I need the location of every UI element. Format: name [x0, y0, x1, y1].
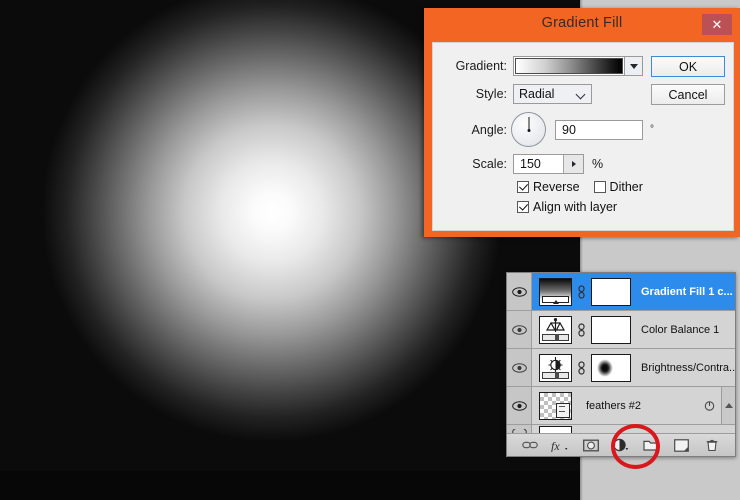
gradient-fill-dialog: Gradient Fill ✕ Gradient: Style: Radial … — [424, 8, 740, 237]
style-select[interactable]: Radial — [513, 84, 592, 104]
scroll-up-arrow[interactable] — [721, 387, 735, 424]
gradient-row: Gradient: — [443, 56, 643, 76]
scale-stepper-button[interactable] — [563, 155, 583, 173]
layers-panel: Gradient Fill 1 c... — [506, 272, 736, 457]
layer-name: Brightness/Contra... — [641, 362, 735, 374]
scale-label: Scale: — [443, 157, 507, 171]
link-icon[interactable] — [520, 436, 540, 454]
table-row[interactable]: feathers #2 — [507, 387, 735, 425]
layer-mask-thumbnail[interactable] — [591, 354, 631, 382]
align-with-layer-label: Align with layer — [533, 200, 617, 214]
layer-name: Color Balance 1 — [641, 324, 719, 336]
new-layer-icon[interactable] — [672, 436, 692, 454]
style-row: Style: Radial — [443, 84, 592, 104]
angle-input[interactable]: 90 — [555, 120, 643, 140]
chevron-down-icon — [577, 91, 585, 99]
style-select-value: Radial — [519, 87, 554, 101]
app-root: Gradient Fill ✕ Gradient: Style: Radial … — [0, 0, 740, 500]
align-with-layer-checkbox[interactable]: Align with layer — [517, 200, 617, 214]
percent-unit-label: % — [592, 157, 603, 171]
checkbox-row-2: Align with layer — [517, 200, 631, 214]
link-icon[interactable] — [576, 361, 587, 375]
ok-button[interactable]: OK — [651, 56, 725, 77]
reverse-label: Reverse — [533, 180, 580, 194]
layer-name: feathers #2 — [586, 400, 641, 412]
layer-effects-icon[interactable] — [703, 399, 716, 412]
angle-dial-hub — [527, 129, 530, 132]
eye-icon[interactable] — [507, 387, 532, 424]
checkbox-box[interactable] — [517, 201, 529, 213]
eye-icon[interactable] — [507, 311, 532, 348]
folder-icon[interactable] — [641, 436, 661, 454]
angle-dial[interactable] — [511, 112, 546, 147]
svg-text:fx: fx — [551, 439, 560, 452]
reverse-checkbox[interactable]: Reverse — [517, 180, 580, 194]
eye-icon[interactable] — [507, 349, 532, 386]
layer-mask-thumbnail[interactable] — [591, 316, 631, 344]
checkbox-row-1: Reverse Dither — [517, 180, 657, 194]
link-icon[interactable] — [576, 323, 587, 337]
checkbox-box[interactable] — [594, 181, 606, 193]
layer-mask-thumbnail[interactable] — [591, 278, 631, 306]
table-row[interactable]: Brightness/Contra... — [507, 349, 735, 387]
scale-input[interactable]: 150 — [514, 155, 563, 173]
layers-toolbar: fx — [507, 433, 735, 456]
fx-icon[interactable]: fx — [550, 436, 570, 454]
layer-thumbnail[interactable] — [539, 278, 572, 306]
dialog-titlebar[interactable]: Gradient Fill ✕ — [424, 8, 740, 42]
row-right-controls — [703, 387, 735, 424]
layer-name: Gradient Fill 1 c... — [641, 286, 733, 298]
layer-thumbnail[interactable] — [539, 392, 572, 420]
link-icon[interactable] — [576, 285, 587, 299]
close-icon[interactable]: ✕ — [702, 14, 732, 35]
degree-unit-label: ° — [650, 124, 654, 135]
layer-thumbnail[interactable] — [539, 354, 572, 382]
scale-row: Scale: 150 % — [443, 154, 603, 174]
adjustment-layer-icon[interactable] — [611, 436, 631, 454]
table-row[interactable]: Gradient Fill 1 c... — [507, 273, 735, 311]
dither-checkbox[interactable]: Dither — [594, 180, 643, 194]
dither-label: Dither — [610, 180, 643, 194]
gradient-label: Gradient: — [443, 59, 507, 73]
layer-mask-icon[interactable] — [581, 436, 601, 454]
canvas-bottom-strip — [0, 471, 580, 500]
table-row[interactable]: Color Balance 1 — [507, 311, 735, 349]
checkbox-box[interactable] — [517, 181, 529, 193]
gradient-picker[interactable] — [513, 56, 643, 76]
angle-row: Angle: 90 ° — [443, 112, 654, 147]
angle-label: Angle: — [443, 123, 507, 137]
chevron-down-icon[interactable] — [624, 57, 642, 75]
cancel-button[interactable]: Cancel — [651, 84, 725, 105]
gradient-swatch[interactable] — [515, 58, 623, 74]
smart-object-badge-icon — [556, 403, 570, 418]
style-label: Style: — [443, 87, 507, 101]
trash-icon[interactable] — [702, 436, 722, 454]
eye-icon[interactable] — [507, 273, 532, 310]
scale-stepper[interactable]: 150 — [513, 154, 584, 174]
dialog-body: Gradient: Style: Radial Angle: — [432, 42, 734, 231]
dialog-title: Gradient Fill — [424, 15, 740, 31]
layer-thumbnail[interactable] — [539, 316, 572, 344]
